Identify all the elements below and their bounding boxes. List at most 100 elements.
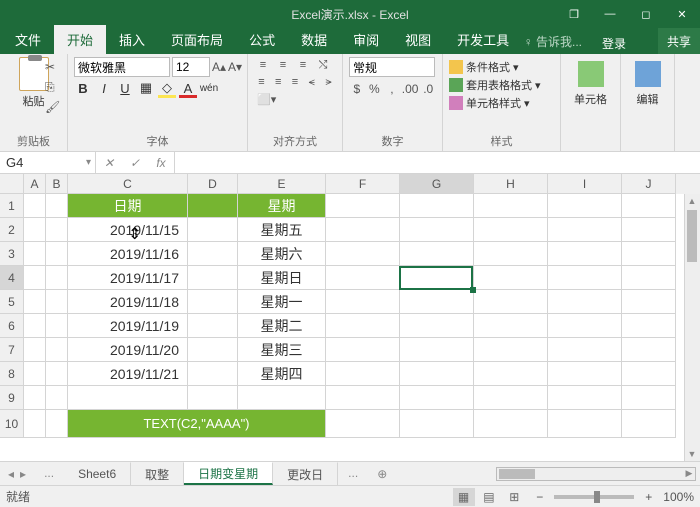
cell[interactable] <box>238 386 326 410</box>
cell[interactable] <box>622 266 676 290</box>
cell[interactable] <box>326 194 400 218</box>
copy-icon[interactable]: ⎘ <box>45 80 63 94</box>
cell-weekday[interactable]: 星期一 <box>238 290 326 314</box>
row-header-3[interactable]: 3 <box>0 242 24 266</box>
view-normal-icon[interactable]: ▦ <box>453 488 475 506</box>
zoom-in-button[interactable]: + <box>642 490 655 504</box>
col-header-c[interactable]: C <box>68 174 188 194</box>
cell[interactable] <box>188 362 238 386</box>
cell-date[interactable]: 2019/11/19 <box>68 314 188 338</box>
cell[interactable] <box>188 338 238 362</box>
cell-header-weekday[interactable]: 星期 <box>238 194 326 218</box>
cell[interactable] <box>68 386 188 410</box>
enter-formula-icon[interactable]: ✓ <box>122 152 148 173</box>
vertical-scrollbar[interactable]: ▲ ▼ <box>684 194 700 461</box>
align-right-icon[interactable]: ≡ <box>288 74 303 90</box>
scroll-right-icon[interactable]: ▶ <box>682 468 696 480</box>
cell[interactable] <box>548 314 622 338</box>
cell[interactable] <box>46 314 68 338</box>
row-header-9[interactable]: 9 <box>0 386 24 410</box>
cell[interactable] <box>326 314 400 338</box>
cell[interactable] <box>188 194 238 218</box>
fill-handle[interactable] <box>470 287 476 293</box>
cell[interactable] <box>24 290 46 314</box>
cell[interactable] <box>622 386 676 410</box>
merge-icon[interactable]: ⬜▾ <box>254 91 279 107</box>
minimize-button[interactable]: — <box>592 0 628 28</box>
cell-formula-banner[interactable]: TEXT(C2,"AAAA") <box>68 410 326 438</box>
cancel-formula-icon[interactable]: ✕ <box>96 152 122 173</box>
cell[interactable] <box>46 242 68 266</box>
cell[interactable] <box>46 410 68 438</box>
cell-date[interactable]: 2019/11/20 <box>68 338 188 362</box>
cell[interactable] <box>46 194 68 218</box>
maximize-button[interactable]: ◻ <box>628 0 664 28</box>
tab-data[interactable]: 数据 <box>288 25 340 54</box>
tab-developer[interactable]: 开发工具 <box>444 25 522 54</box>
cell[interactable] <box>474 362 548 386</box>
cell[interactable] <box>188 242 238 266</box>
cell[interactable] <box>622 290 676 314</box>
cell-styles-button[interactable]: 单元格样式 ▾ <box>449 95 554 111</box>
cell[interactable] <box>400 362 474 386</box>
cell[interactable] <box>400 218 474 242</box>
share-button[interactable]: 共享 <box>658 28 700 54</box>
cell-date[interactable]: 2019/11/16 <box>68 242 188 266</box>
col-header-a[interactable]: A <box>24 174 46 194</box>
view-break-icon[interactable]: ⊞ <box>503 488 525 506</box>
cell[interactable] <box>46 266 68 290</box>
cell[interactable] <box>326 218 400 242</box>
sheet-nav-next-icon[interactable]: ▸ <box>20 467 26 481</box>
cell[interactable] <box>400 410 474 438</box>
tell-me-search[interactable]: ♀ 告诉我... <box>524 33 582 50</box>
dec-decimal-icon[interactable]: .0 <box>420 79 436 99</box>
cell[interactable] <box>622 314 676 338</box>
cell[interactable] <box>326 242 400 266</box>
col-header-h[interactable]: H <box>474 174 548 194</box>
tab-insert[interactable]: 插入 <box>106 25 158 54</box>
chevron-down-icon[interactable]: ▾ <box>86 157 91 168</box>
dropdown-icon[interactable]: ❐ <box>556 0 592 28</box>
add-sheet-button[interactable]: ⊕ <box>368 462 396 485</box>
cell[interactable] <box>622 218 676 242</box>
percent-icon[interactable]: % <box>367 79 383 99</box>
col-header-g[interactable]: G <box>400 174 474 194</box>
tab-layout[interactable]: 页面布局 <box>158 25 236 54</box>
formula-input[interactable] <box>175 152 700 173</box>
align-left-icon[interactable]: ≡ <box>254 74 269 90</box>
cell[interactable] <box>474 266 548 290</box>
close-button[interactable]: ✕ <box>664 0 700 28</box>
col-header-e[interactable]: E <box>238 174 326 194</box>
paste-button[interactable]: 粘贴 <box>19 57 49 109</box>
cell[interactable] <box>188 218 238 242</box>
cell[interactable] <box>548 362 622 386</box>
cell-weekday[interactable]: 星期三 <box>238 338 326 362</box>
sheet-tab-date-weekday[interactable]: 日期变星期 <box>184 462 273 485</box>
zoom-slider[interactable] <box>554 495 634 499</box>
cell[interactable] <box>24 410 46 438</box>
cell[interactable] <box>326 266 400 290</box>
format-painter-icon[interactable]: 🖌 <box>45 100 63 114</box>
tab-review[interactable]: 审阅 <box>340 25 392 54</box>
cell[interactable] <box>188 290 238 314</box>
zoom-level[interactable]: 100% <box>663 490 694 504</box>
sheet-tab-sheet6[interactable]: Sheet6 <box>64 462 131 485</box>
cell[interactable] <box>474 338 548 362</box>
cell[interactable] <box>622 194 676 218</box>
align-top-icon[interactable]: ≡ <box>254 57 272 73</box>
cell[interactable] <box>24 242 46 266</box>
cell-weekday[interactable]: 星期日 <box>238 266 326 290</box>
cell[interactable] <box>474 314 548 338</box>
cell-weekday[interactable]: 星期六 <box>238 242 326 266</box>
cell-weekday[interactable]: 星期二 <box>238 314 326 338</box>
decrease-font-icon[interactable]: A▾ <box>228 57 242 77</box>
scroll-thumb[interactable] <box>687 210 697 262</box>
select-all-corner[interactable] <box>0 174 24 194</box>
zoom-out-button[interactable]: − <box>533 490 546 504</box>
col-header-j[interactable]: J <box>622 174 676 194</box>
col-header-i[interactable]: I <box>548 174 622 194</box>
phonetic-icon[interactable]: wén <box>200 79 218 97</box>
align-center-icon[interactable]: ≡ <box>271 74 286 90</box>
sheet-tab-change-date[interactable]: 更改日 <box>273 462 338 485</box>
cell[interactable] <box>622 362 676 386</box>
